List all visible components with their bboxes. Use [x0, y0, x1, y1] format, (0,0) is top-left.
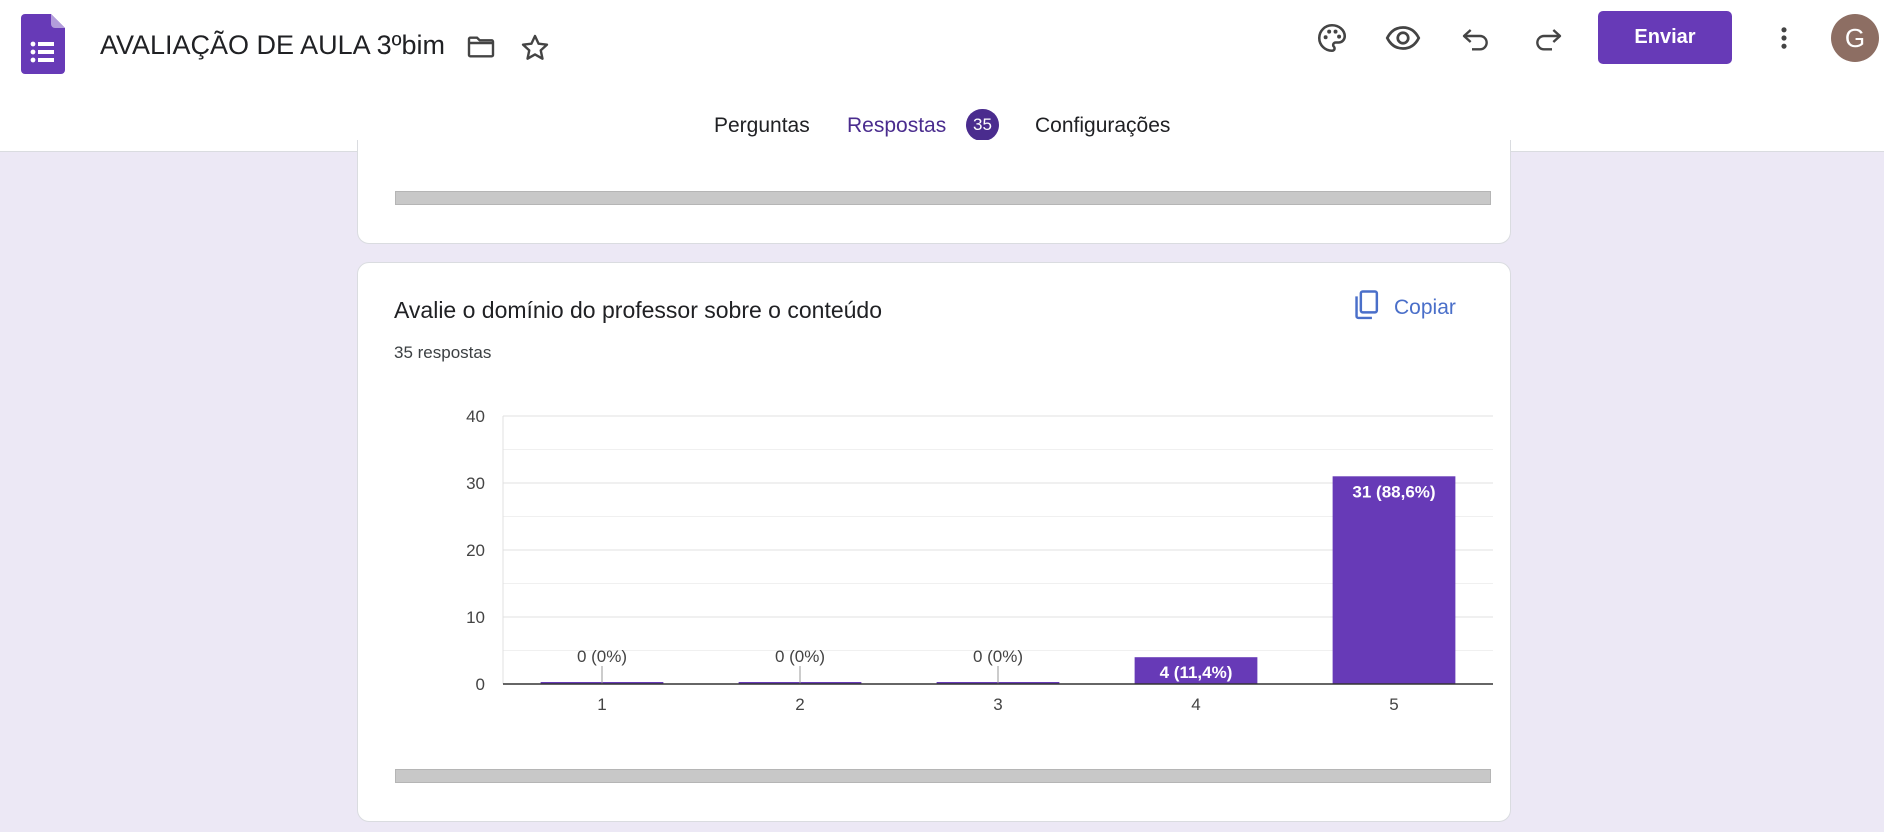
y-tick-label: 10 — [466, 608, 485, 627]
y-tick-label: 0 — [476, 675, 485, 694]
x-tick-label: 4 — [1191, 695, 1200, 714]
x-tick-label: 1 — [597, 695, 606, 714]
bar-data-label: 0 (0%) — [577, 647, 627, 666]
chart-bar — [1332, 476, 1456, 684]
bar-data-label: 0 (0%) — [775, 647, 825, 666]
y-tick-label: 30 — [466, 474, 485, 493]
responses-bar-chart: 0 10 20 30 40 0 (0%) 1 0 (0%) 2 0 (0%) 3 4 (11,4%) 4… — [466, 407, 1493, 714]
horizontal-scrollbar[interactable] — [395, 769, 1491, 783]
y-tick-label: 40 — [466, 407, 485, 426]
x-tick-label: 3 — [993, 695, 1002, 714]
x-tick-label: 5 — [1389, 695, 1398, 714]
y-tick-label: 20 — [466, 541, 485, 560]
bar-data-label: 4 (11,4%) — [1160, 663, 1233, 682]
x-tick-label: 2 — [795, 695, 804, 714]
bar-data-label: 0 (0%) — [973, 647, 1023, 666]
bar-data-label: 31 (88,6%) — [1352, 482, 1435, 501]
